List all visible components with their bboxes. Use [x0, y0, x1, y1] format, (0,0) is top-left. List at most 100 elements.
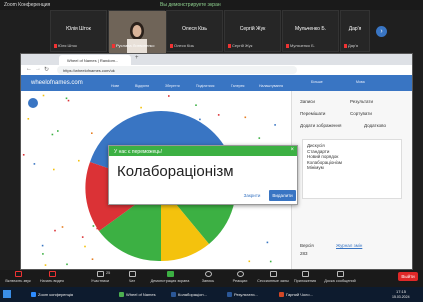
- breakout-rooms-button[interactable]: Сессионные залы: [256, 271, 290, 283]
- menu-settings[interactable]: Налаштування: [259, 84, 283, 88]
- end-meeting-button[interactable]: Выйти: [398, 272, 418, 281]
- site-logo[interactable]: wheelofnames.com: [31, 80, 83, 86]
- confetti-piece: [42, 253, 44, 255]
- taskbar-item[interactable]: Колабораціон...: [170, 290, 222, 299]
- back-icon[interactable]: ←: [26, 66, 32, 72]
- advanced-button[interactable]: Додатково: [364, 123, 386, 128]
- confetti-piece: [195, 104, 197, 106]
- mic-muted-icon: [228, 43, 231, 48]
- chat-button[interactable]: Чат: [118, 271, 146, 283]
- windows-start-icon[interactable]: [3, 290, 11, 298]
- close-icon[interactable]: ×: [290, 147, 294, 153]
- version-value: 283: [300, 251, 308, 256]
- browser-tabstrip: Wheel of Names | Random... +: [21, 54, 412, 65]
- confetti-piece: [27, 118, 30, 120]
- next-page-icon[interactable]: ›: [376, 26, 387, 37]
- participant-name: Дар'я: [348, 26, 362, 32]
- participant-name: Мульченко Б.: [294, 26, 327, 32]
- rooms-icon: [269, 271, 277, 277]
- confetti-piece: [57, 130, 59, 132]
- participant-tile[interactable]: Сергій Жук Сергій Жук: [224, 10, 281, 52]
- unmute-button[interactable]: Включить звук: [4, 271, 32, 283]
- participant-label: Дар'я: [348, 43, 359, 48]
- winner-dialog: У нас є переможець! × Колабораціонізм За…: [108, 145, 298, 205]
- version-label: Версія: [300, 243, 314, 248]
- entries-textarea[interactable]: Дискусія Стандарти Новий порядок Колабор…: [302, 139, 402, 199]
- chat-icon: [128, 271, 136, 277]
- reactions-button[interactable]: Реакции: [226, 271, 254, 283]
- taskbar-item[interactable]: Гарний Чоло...: [278, 290, 328, 299]
- confetti-piece: [44, 264, 47, 266]
- zoom-toolbar: Включить звук Начать видео Участники 25 …: [0, 270, 423, 287]
- clock-time: 17:15: [396, 289, 407, 294]
- menu-more[interactable]: Більше: [311, 80, 323, 84]
- mic-muted-icon: [170, 43, 173, 48]
- tab-entries[interactable]: Записи: [300, 99, 315, 104]
- participant-label: Сергій Жук: [232, 43, 253, 48]
- participant-label: Руслана Литвиненко: [116, 43, 155, 48]
- browser-tab[interactable]: Wheel of Names | Random...: [59, 55, 131, 65]
- dialog-header: У нас є переможець!: [109, 146, 297, 156]
- record-button[interactable]: Запись: [194, 271, 222, 283]
- whiteboard-button[interactable]: Доска сообщений: [322, 271, 358, 283]
- changelog-link[interactable]: Журнал змін: [336, 243, 362, 248]
- mic-muted-icon: [54, 43, 57, 48]
- address-bar: ← → ↻ https://wheelofnames.com/uk: [21, 65, 412, 75]
- new-tab-icon[interactable]: +: [135, 55, 139, 61]
- menu-gallery[interactable]: Галерея: [231, 84, 244, 88]
- participant-tile[interactable]: Олеся Кізь Олеся Кізь: [166, 10, 223, 52]
- powerpoint-icon: [279, 292, 284, 297]
- menu-language[interactable]: Мова: [356, 80, 365, 84]
- confetti-piece: [33, 163, 36, 165]
- share-screen-icon: [166, 271, 174, 277]
- participant-tile[interactable]: Мульченко Б. Мульченко Б.: [282, 10, 339, 52]
- participant-tile[interactable]: Дар'я Дар'я: [340, 10, 370, 52]
- confetti-piece: [66, 263, 68, 266]
- url-input[interactable]: https://wheelofnames.com/uk: [57, 66, 297, 74]
- windows-taskbar: Zoom конференція Wheel of Names Колабора…: [0, 287, 423, 302]
- start-video-button[interactable]: Начать видео: [38, 271, 66, 283]
- forward-icon[interactable]: →: [35, 66, 41, 72]
- menu-share[interactable]: Поділитися: [196, 84, 214, 88]
- confetti-piece: [269, 260, 272, 263]
- participants-count: 25: [106, 271, 111, 275]
- reload-icon[interactable]: ↻: [44, 66, 49, 73]
- mic-muted-icon: [344, 43, 347, 48]
- menu-open[interactable]: Відкрити: [135, 84, 149, 88]
- participant-name: Сергій Жук: [239, 26, 266, 32]
- confetti-piece: [91, 258, 94, 260]
- camera-icon: [48, 271, 56, 277]
- taskbar-item[interactable]: Результати...: [226, 290, 276, 299]
- word-icon: [171, 292, 176, 297]
- chrome-icon: [119, 292, 124, 297]
- mic-muted-icon: [286, 43, 289, 48]
- add-image-button[interactable]: Додати зображення: [300, 123, 341, 128]
- confetti-piece: [54, 229, 56, 232]
- remove-button[interactable]: Видалити: [269, 190, 296, 201]
- sort-button[interactable]: Сортувати: [350, 111, 372, 116]
- confetti-piece: [91, 132, 93, 134]
- confetti-piece: [65, 97, 68, 100]
- participant-tile[interactable]: Юлія Шток Юля Шток: [50, 10, 107, 52]
- shuffle-button[interactable]: Перемішати: [300, 111, 325, 116]
- taskbar-item[interactable]: Zoom конференція: [30, 290, 88, 299]
- confetti-piece: [217, 114, 220, 116]
- word-icon: [227, 292, 232, 297]
- participant-tile-video[interactable]: Руслана Литвиненко: [108, 10, 166, 53]
- mic-muted-icon: [112, 43, 115, 48]
- share-screen-button[interactable]: Демонстрация экрана: [150, 271, 190, 283]
- participant-name: Олеся Кізь: [181, 26, 208, 32]
- site-navbar: wheelofnames.com Нове Відкрити Зберегти …: [21, 75, 412, 91]
- apps-button[interactable]: Приложения: [288, 271, 322, 283]
- tab-results[interactable]: Результати: [350, 99, 373, 104]
- participant-label: Олеся Кізь: [174, 43, 195, 48]
- menu-save[interactable]: Зберегти: [165, 84, 180, 88]
- taskbar-item[interactable]: Wheel of Names: [118, 290, 168, 299]
- close-button[interactable]: Закрити: [239, 190, 265, 201]
- confetti-piece: [42, 94, 45, 97]
- confetti-piece: [266, 241, 269, 244]
- menu-new[interactable]: Нове: [111, 84, 119, 88]
- record-icon: [204, 271, 212, 277]
- share-banner: Вы демонстрируете экран: [160, 2, 221, 8]
- clock-date: 15.03.2024: [392, 295, 410, 299]
